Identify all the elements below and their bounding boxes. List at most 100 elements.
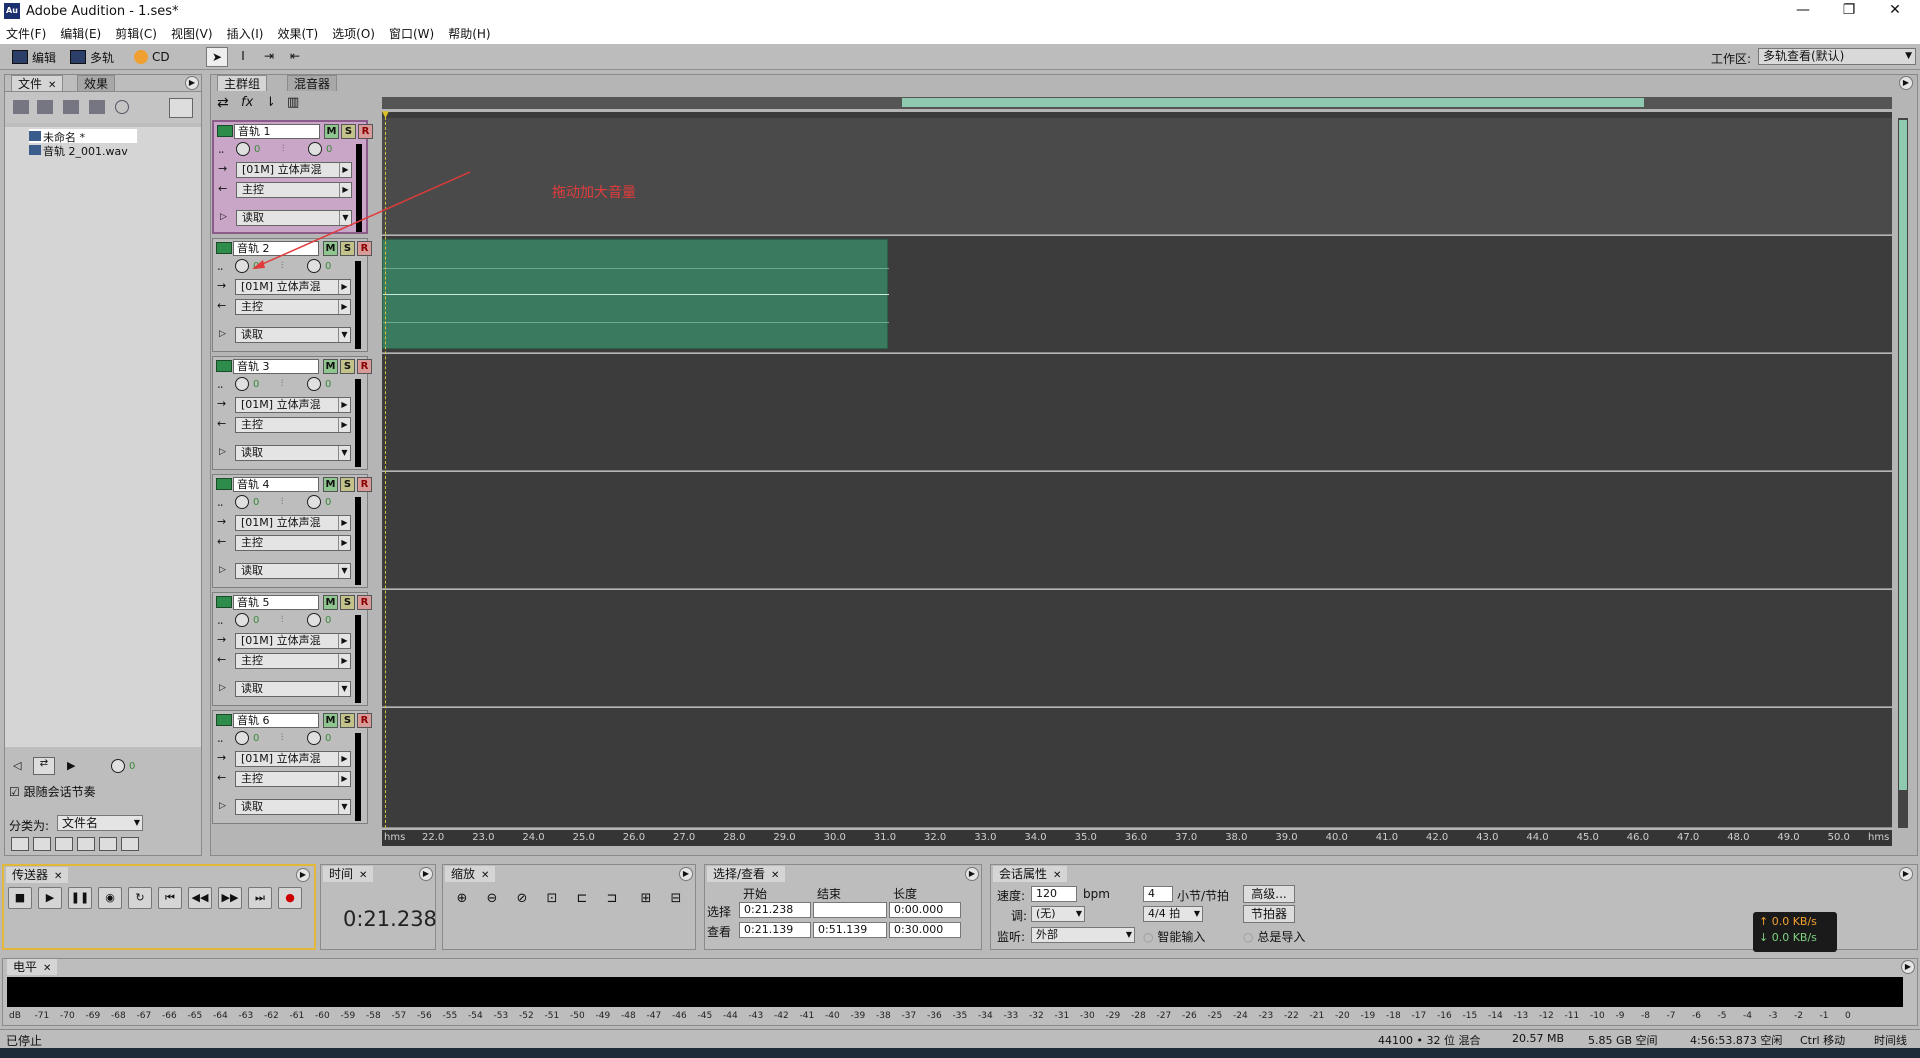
track-name-field[interactable]: 音轨 1 — [234, 124, 320, 139]
record-arm-button[interactable]: R — [357, 359, 372, 374]
show-cd-icon[interactable] — [121, 837, 139, 851]
volume-knob[interactable] — [235, 731, 249, 745]
input-select[interactable]: [01M] 立体声混 ▶ — [235, 397, 351, 413]
time-signature-select[interactable]: 4/4 拍 ▼ — [1143, 906, 1203, 922]
menu-edit[interactable]: 编辑(E) — [60, 25, 101, 42]
key-select[interactable]: (无) ▼ — [1031, 906, 1085, 922]
tab-session-properties[interactable]: 会话属性 ✕ — [993, 866, 1068, 882]
output-select[interactable]: 主控 ▶ — [235, 299, 351, 315]
tab-levels[interactable]: 电平 ✕ — [7, 959, 58, 975]
pan-knob[interactable] — [308, 142, 322, 156]
track-header-1[interactable]: 音轨 1 M S R ⣀ 0 ⫶ 0 → [01M] 立体声混 ▶ ← 主控 ▶ ▷ 读取 ▼ — [212, 120, 373, 234]
autoplay-icon[interactable] — [115, 100, 129, 114]
minimize-button[interactable]: — — [1780, 0, 1826, 22]
expand-icon[interactable]: ▷ — [219, 329, 226, 339]
automation-select[interactable]: 读取 ▼ — [236, 210, 352, 226]
track-lane-5[interactable] — [382, 590, 1892, 707]
panel-menu-icon[interactable]: ▶ — [419, 867, 433, 881]
speaker-icon[interactable]: ◁ — [13, 759, 21, 772]
expand-icon[interactable]: ▷ — [220, 212, 227, 222]
view-end-field[interactable]: 0:51.139 — [813, 922, 887, 938]
show-sessions-icon[interactable] — [11, 837, 29, 851]
audio-clip[interactable] — [382, 239, 889, 349]
tab-effects[interactable]: 效果 — [77, 75, 116, 91]
output-select[interactable]: 主控 ▶ — [235, 771, 351, 787]
input-select[interactable]: [01M] 立体声混 ▶ — [235, 633, 351, 649]
monitor-select[interactable]: 外部 ▼ — [1031, 927, 1135, 943]
insert-cd-icon[interactable] — [89, 100, 105, 114]
play-to-end-button[interactable]: ◉ — [98, 887, 122, 909]
input-select[interactable]: [01M] 立体声混 ▶ — [235, 751, 351, 767]
automation-select[interactable]: 读取 ▼ — [235, 563, 351, 579]
play-button[interactable]: ▶ — [38, 887, 62, 909]
scrub-tool-button[interactable]: ⇤ — [284, 47, 306, 67]
zoom-in-horizontal-button[interactable]: ⊕ — [452, 889, 472, 909]
record-arm-button[interactable]: R — [357, 713, 372, 728]
track-header-4[interactable]: 音轨 4 M S R ⣀ 0 ⫶ 0 → [01M] 立体声混 ▶ ← 主控 ▶ ▷ 读取 ▼ — [212, 474, 372, 588]
output-select[interactable]: 主控 ▶ — [235, 417, 351, 433]
track-lane-2[interactable] — [382, 236, 1892, 353]
zoom-left-edge-button[interactable]: ⊏ — [572, 889, 592, 909]
panel-menu-icon[interactable]: ▶ — [185, 76, 199, 90]
mute-button[interactable]: M — [323, 713, 338, 728]
selection-end-field[interactable] — [813, 902, 887, 918]
mute-button[interactable]: M — [323, 477, 338, 492]
edit-view-button[interactable]: 编辑 — [12, 47, 56, 67]
track-lane-4[interactable] — [382, 472, 1892, 589]
follow-tempo-checkbox[interactable]: ☑ 跟随会话节奏 — [9, 783, 96, 800]
zoom-right-edge-button[interactable]: ⊐ — [602, 889, 622, 909]
automation-select[interactable]: 读取 ▼ — [235, 327, 351, 343]
tab-transport[interactable]: 传送器 ✕ — [6, 867, 69, 883]
track-name-field[interactable]: 音轨 3 — [233, 359, 319, 374]
input-select[interactable]: [01M] 立体声混 ▶ — [235, 515, 351, 531]
smart-input-radio[interactable]: ○ 智能输入 — [1143, 928, 1205, 945]
expand-icon[interactable]: ▷ — [219, 565, 226, 575]
close-file-icon[interactable] — [37, 100, 53, 114]
always-input-radio[interactable]: ○ 总是导入 — [1243, 928, 1305, 945]
selection-length-field[interactable]: 0:00.000 — [889, 902, 961, 918]
expand-icon[interactable]: ▷ — [219, 447, 226, 457]
panel-menu-icon[interactable]: ▶ — [1899, 76, 1913, 90]
multitrack-view-button[interactable]: 多轨 — [70, 47, 114, 67]
overview-view-range[interactable] — [902, 98, 1644, 107]
menu-effects[interactable]: 效果(T) — [277, 25, 318, 42]
track-lane-3[interactable] — [382, 354, 1892, 471]
menu-options[interactable]: 选项(O) — [332, 25, 375, 42]
track-header-3[interactable]: 音轨 3 M S R ⣀ 0 ⫶ 0 → [01M] 立体声混 ▶ ← 主控 ▶ ▷ 读取 ▼ — [212, 356, 372, 470]
track-name-field[interactable]: 音轨 6 — [233, 713, 319, 728]
time-select-tool-button[interactable]: I — [232, 47, 254, 67]
pan-knob[interactable] — [307, 495, 321, 509]
metronome-button[interactable]: 节拍器 — [1243, 905, 1295, 923]
menu-file[interactable]: 文件(F) — [6, 25, 46, 42]
menu-window[interactable]: 窗口(W) — [389, 25, 434, 42]
panel-menu-icon[interactable]: ▶ — [965, 867, 979, 881]
tempo-field[interactable]: 120 — [1031, 886, 1077, 902]
show-midi-icon[interactable] — [77, 837, 95, 851]
tab-mixer[interactable]: 混音器 — [287, 75, 338, 91]
input-select[interactable]: [01M] 立体声混 ▶ — [235, 279, 351, 295]
close-button[interactable]: ✕ — [1872, 0, 1918, 22]
show-audio-icon[interactable] — [55, 837, 73, 851]
eq-icon[interactable]: ▥ — [287, 95, 299, 110]
menu-help[interactable]: 帮助(H) — [448, 25, 490, 42]
menu-clip[interactable]: 剪辑(C) — [115, 25, 157, 42]
go-to-end-button[interactable]: ⏭ — [248, 887, 272, 909]
volume-knob[interactable] — [235, 377, 249, 391]
record-arm-button[interactable]: R — [357, 595, 372, 610]
tab-selection-view[interactable]: 选择/查看 ✕ — [707, 866, 786, 882]
volume-knob[interactable] — [236, 142, 250, 156]
loop-icon[interactable]: ⇄ — [33, 757, 55, 775]
output-select[interactable]: 主控 ▶ — [236, 182, 352, 198]
show-loops-icon[interactable] — [33, 837, 51, 851]
loop-icon[interactable]: ⇄ — [217, 95, 229, 111]
pause-button[interactable]: ❚❚ — [68, 887, 92, 909]
tab-main-group[interactable]: 主群组 — [217, 75, 268, 91]
input-select[interactable]: [01M] 立体声混 ▶ — [236, 162, 352, 178]
pan-knob[interactable] — [307, 259, 321, 273]
record-arm-button[interactable]: R — [357, 477, 372, 492]
list-item[interactable]: 音轨 2_001.wav — [29, 143, 149, 158]
panel-menu-icon[interactable]: ▶ — [1899, 867, 1913, 881]
expand-icon[interactable]: ▷ — [219, 801, 226, 811]
zoom-out-horizontal-button[interactable]: ⊖ — [482, 889, 502, 909]
panel-menu-icon[interactable]: ▶ — [1901, 960, 1915, 974]
